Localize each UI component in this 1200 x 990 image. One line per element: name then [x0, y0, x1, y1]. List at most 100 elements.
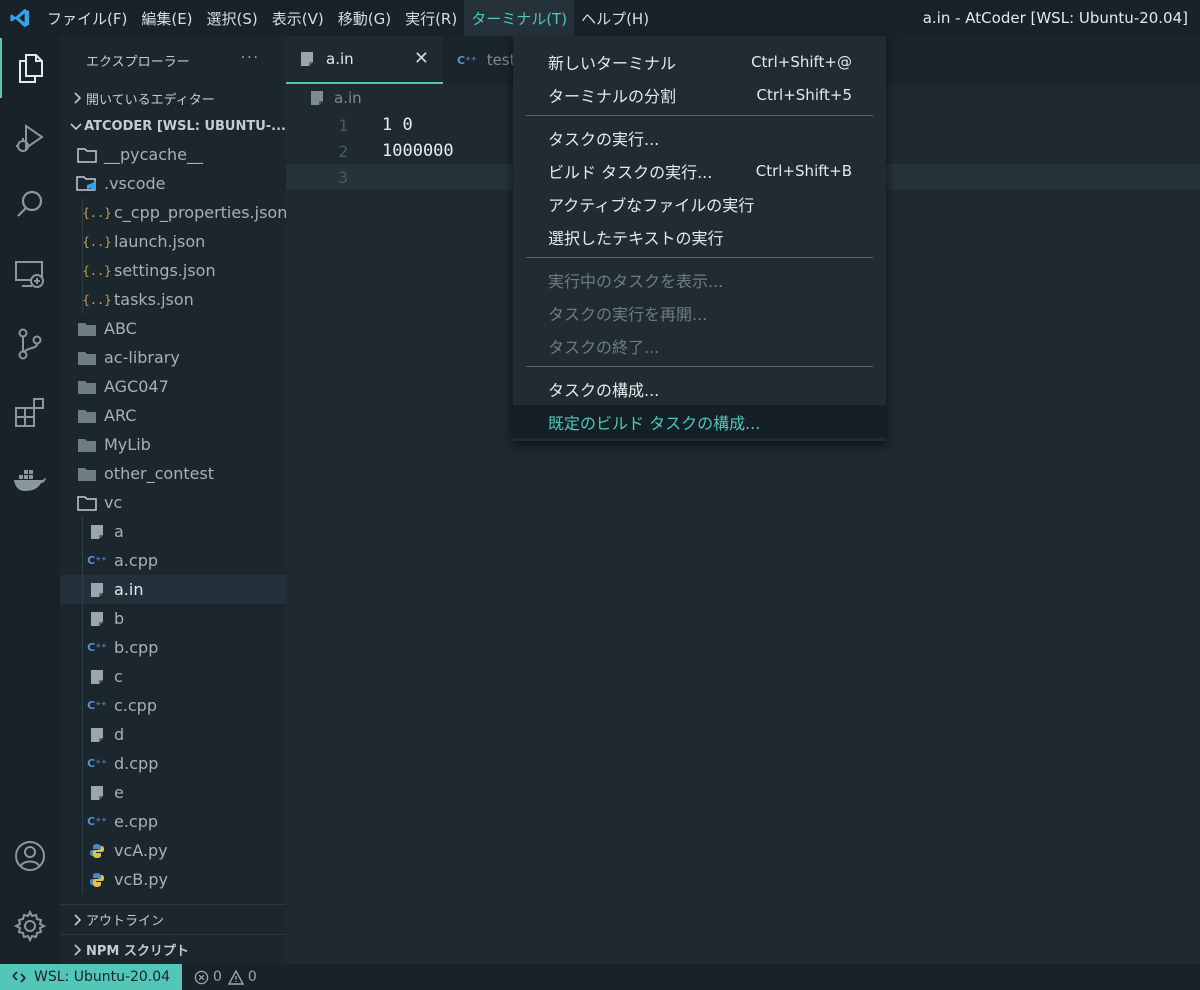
npm-scripts-label: NPM スクリプト	[86, 944, 189, 959]
menu-new-terminal[interactable]: 新しいターミナル Ctrl+Shift+@	[513, 45, 886, 78]
tree-item[interactable]: __pycache__	[60, 140, 286, 169]
menu-item-label: タスクの構成...	[548, 380, 660, 400]
workspace-section[interactable]: ATCODER [WSL: UBUNTU-...	[60, 112, 286, 140]
remote-icon	[12, 970, 26, 984]
tree-item[interactable]: {..} tasks.json	[60, 285, 286, 314]
run-debug-icon[interactable]	[0, 108, 60, 168]
menu-split-terminal[interactable]: ターミナルの分割 Ctrl+Shift+5	[513, 78, 886, 111]
indent-guide	[82, 778, 83, 807]
search-icon[interactable]	[0, 174, 60, 234]
settings-gear-icon[interactable]	[0, 896, 60, 956]
tree-item[interactable]: vcB.py	[60, 865, 286, 894]
shortcut-label: Ctrl+Shift+B	[755, 161, 852, 180]
breadcrumb-file[interactable]: a.in	[334, 89, 362, 107]
tree-item[interactable]: c	[60, 662, 286, 691]
indent-guide	[82, 256, 83, 285]
tree-item[interactable]: {..} settings.json	[60, 256, 286, 285]
more-actions-icon[interactable]: ···	[241, 50, 260, 66]
folder-icon	[76, 406, 98, 426]
tree-item[interactable]: d	[60, 720, 286, 749]
json-icon: {..}	[82, 263, 112, 278]
json-icon: {..}	[82, 292, 112, 307]
chevron-right-icon	[68, 943, 86, 956]
cpp-icon: C⁺⁺	[87, 815, 107, 828]
tree-item-label: a.cpp	[114, 551, 158, 570]
tree-item[interactable]: vcA.py	[60, 836, 286, 865]
indent-guide	[82, 227, 83, 256]
menu-edit[interactable]: 編集(E)	[134, 0, 199, 36]
cpp-icon: C⁺⁺	[87, 554, 107, 567]
remote-indicator[interactable]: WSL: Ubuntu-20.04	[0, 964, 182, 990]
tree-item[interactable]: ac-library	[60, 343, 286, 372]
extensions-icon[interactable]	[0, 382, 60, 442]
indent-guide	[82, 807, 83, 836]
tree-item[interactable]: MyLib	[60, 430, 286, 459]
open-editors-section[interactable]: 開いているエディター	[60, 84, 286, 112]
menu-item-label: アクティブなファイルの実行	[548, 195, 755, 215]
menu-run-task[interactable]: タスクの実行...	[513, 121, 886, 154]
tree-item-label: c_cpp_properties.json	[114, 203, 286, 222]
tree-item-label: d.cpp	[114, 754, 159, 773]
tree-item-label: e	[114, 783, 124, 802]
menu-selection[interactable]: 選択(S)	[200, 0, 265, 36]
tree-item[interactable]: C⁺⁺ d.cpp	[60, 749, 286, 778]
account-icon[interactable]	[0, 826, 60, 886]
terminal-dropdown-menu: 新しいターミナル Ctrl+Shift+@ ターミナルの分割 Ctrl+Shif…	[513, 36, 886, 441]
tree-item[interactable]: C⁺⁺ b.cpp	[60, 633, 286, 662]
problems-indicator[interactable]: 0 0	[194, 969, 257, 985]
tree-item[interactable]: b	[60, 604, 286, 633]
menu-configure-default-build-task[interactable]: 既定のビルド タスクの構成...	[513, 405, 886, 438]
tree-item-label: d	[114, 725, 125, 744]
npm-scripts-section[interactable]: NPM スクリプト	[60, 934, 286, 964]
tree-item-label: other_contest	[104, 464, 215, 483]
menu-item-label: ターミナルの分割	[548, 86, 677, 106]
menu-item-label: タスクの終了...	[548, 337, 660, 357]
menu-configure-tasks[interactable]: タスクの構成...	[513, 372, 886, 405]
tree-item-label: MyLib	[104, 435, 151, 454]
tree-item[interactable]: ARC	[60, 401, 286, 430]
tree-item[interactable]: C⁺⁺ a.cpp	[60, 546, 286, 575]
tree-item-label: vc	[104, 493, 123, 512]
warning-icon	[227, 969, 244, 985]
tree-item[interactable]: a.in	[60, 575, 286, 604]
folder-icon	[76, 319, 98, 339]
close-icon[interactable]: ✕	[414, 48, 429, 69]
explorer-icon[interactable]	[0, 38, 60, 98]
vscode-folder-icon	[76, 174, 98, 194]
menu-file[interactable]: ファイル(F)	[40, 0, 134, 36]
menu-go[interactable]: 移動(G)	[331, 0, 398, 36]
menu-view[interactable]: 表示(V)	[265, 0, 331, 36]
indent-guide	[82, 633, 83, 662]
tree-item[interactable]: {..} c_cpp_properties.json	[60, 198, 286, 227]
source-control-icon[interactable]	[0, 314, 60, 374]
file-icon	[86, 725, 108, 745]
tree-item[interactable]: {..} launch.json	[60, 227, 286, 256]
menu-help[interactable]: ヘルプ(H)	[574, 0, 656, 36]
indent-guide	[82, 517, 83, 546]
docker-icon[interactable]	[0, 450, 60, 510]
outline-section[interactable]: アウトライン	[60, 904, 286, 934]
menu-run-selected-text[interactable]: 選択したテキストの実行	[513, 220, 886, 253]
tree-item[interactable]: AGC047	[60, 372, 286, 401]
tree-item-label: ARC	[104, 406, 137, 425]
menu-run[interactable]: 実行(R)	[398, 0, 464, 36]
tab-a-in[interactable]: a.in ✕	[286, 36, 443, 84]
tree-item-label: tasks.json	[114, 290, 194, 309]
menu-run-build-task[interactable]: ビルド タスクの実行... Ctrl+Shift+B	[513, 154, 886, 187]
tree-item[interactable]: C⁺⁺ e.cpp	[60, 807, 286, 836]
remote-explorer-icon[interactable]	[0, 244, 60, 304]
tree-item[interactable]: vc	[60, 488, 286, 517]
tree-item[interactable]: a	[60, 517, 286, 546]
tree-item[interactable]: other_contest	[60, 459, 286, 488]
error-icon	[194, 970, 209, 985]
tree-item-label: settings.json	[114, 261, 216, 280]
menu-terminal[interactable]: ターミナル(T)	[464, 0, 575, 36]
file-icon	[86, 609, 108, 629]
tree-item[interactable]: e	[60, 778, 286, 807]
shortcut-label: Ctrl+Shift+5	[756, 85, 852, 104]
tree-item-label: launch.json	[114, 232, 206, 251]
tree-item[interactable]: .vscode	[60, 169, 286, 198]
tree-item[interactable]: ABC	[60, 314, 286, 343]
tree-item[interactable]: C⁺⁺ c.cpp	[60, 691, 286, 720]
menu-run-active-file[interactable]: アクティブなファイルの実行	[513, 187, 886, 220]
